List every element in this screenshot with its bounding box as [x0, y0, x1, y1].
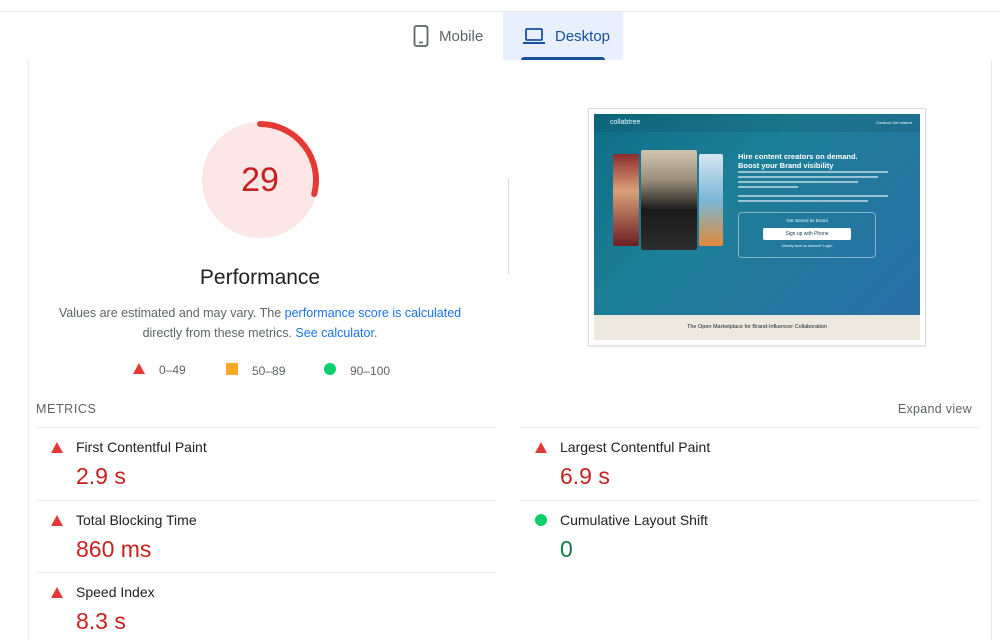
see-calculator-link[interactable]: See calculator: [295, 326, 374, 340]
description-text-3: .: [373, 326, 378, 340]
green-circle-icon: [324, 363, 336, 378]
red-triangle-icon: [51, 440, 63, 458]
expand-view-toggle[interactable]: Expand view: [880, 402, 972, 416]
metric-name: Total Blocking Time: [76, 512, 197, 528]
screenshot-photo-left: [613, 154, 639, 246]
metric-value: 8.3 s: [76, 608, 126, 634]
phone-icon: [413, 25, 429, 47]
metric-value: 2.9 s: [76, 463, 126, 489]
red-triangle-icon: [535, 440, 547, 458]
screenshot-signup-box: Get started as Brand Sign up with Phone …: [738, 212, 876, 258]
screenshot-login-text: Already have an account? Login!: [781, 244, 833, 248]
screenshot-signup-button: Sign up with Phone: [763, 228, 851, 240]
screenshot-box-label: Get started as Brand: [786, 218, 828, 223]
score-description: Values are estimated and may vary. The p…: [50, 303, 470, 343]
red-triangle-icon: [51, 513, 63, 531]
page-screenshot-thumbnail: collabtree Creators Get started Hire con…: [588, 108, 926, 346]
metric-value: 860 ms: [76, 536, 152, 562]
legend-item-fail: 0–49: [133, 363, 186, 377]
red-triangle-icon: [51, 585, 63, 603]
screenshot-hero: collabtree Creators Get started Hire con…: [594, 114, 920, 315]
screenshot-paragraph: [738, 171, 888, 205]
tab-mobile-label: Mobile: [439, 27, 484, 45]
metrics-header: METRICS: [36, 402, 97, 416]
description-text-2: directly from these metrics.: [142, 326, 296, 340]
legend-label-fail: 0–49: [159, 363, 186, 377]
description-text-1: Values are estimated and may vary. The: [58, 306, 285, 320]
metric-speed-index: Speed Index 8.3 s: [36, 573, 476, 635]
legend-item-average: 50–89: [226, 363, 285, 378]
metric-value: 6.9 s: [560, 463, 610, 489]
metric-name: Speed Index: [76, 584, 155, 600]
metric-name: Cumulative Layout Shift: [560, 512, 708, 528]
metric-first-contentful-paint: First Contentful Paint 2.9 s: [36, 428, 476, 498]
tab-mobile[interactable]: Mobile: [393, 12, 503, 60]
metric-cumulative-layout-shift: Cumulative Layout Shift 0: [520, 501, 960, 571]
screenshot-logo: collabtree: [610, 119, 641, 126]
laptop-icon: [523, 27, 545, 45]
green-circle-icon: [535, 513, 547, 531]
metric-value: 0: [560, 536, 573, 562]
section-divider: [508, 178, 509, 274]
tab-desktop[interactable]: Desktop: [503, 12, 623, 60]
orange-square-icon: [226, 363, 238, 378]
performance-score-link[interactable]: performance score is calculated: [285, 306, 461, 320]
red-triangle-icon: [133, 363, 145, 377]
screenshot-photo-right: [699, 154, 723, 246]
screenshot-photo-center: [641, 150, 697, 250]
device-tabs: Mobile Desktop: [393, 12, 623, 60]
screenshot-heading: Hire content creators on demand. Boost y…: [738, 152, 858, 170]
performance-title: Performance: [199, 266, 321, 289]
legend-label-average: 50–89: [252, 363, 286, 378]
tab-desktop-label: Desktop: [555, 27, 611, 45]
performance-score-value: 29: [241, 160, 279, 199]
metric-name: First Contentful Paint: [76, 439, 207, 455]
metric-total-blocking-time: Total Blocking Time 860 ms: [36, 501, 476, 571]
screenshot-nav: [594, 114, 920, 132]
metric-largest-contentful-paint: Largest Contentful Paint 6.9 s: [520, 428, 960, 498]
screenshot-nav-items: Creators Get started: [875, 120, 912, 125]
legend-label-pass: 90–100: [350, 363, 391, 378]
screenshot-footer: The Open Marketplace for Brand-Influence…: [594, 315, 920, 340]
legend-item-pass: 90–100: [324, 363, 390, 378]
metric-name: Largest Contentful Paint: [560, 439, 711, 455]
